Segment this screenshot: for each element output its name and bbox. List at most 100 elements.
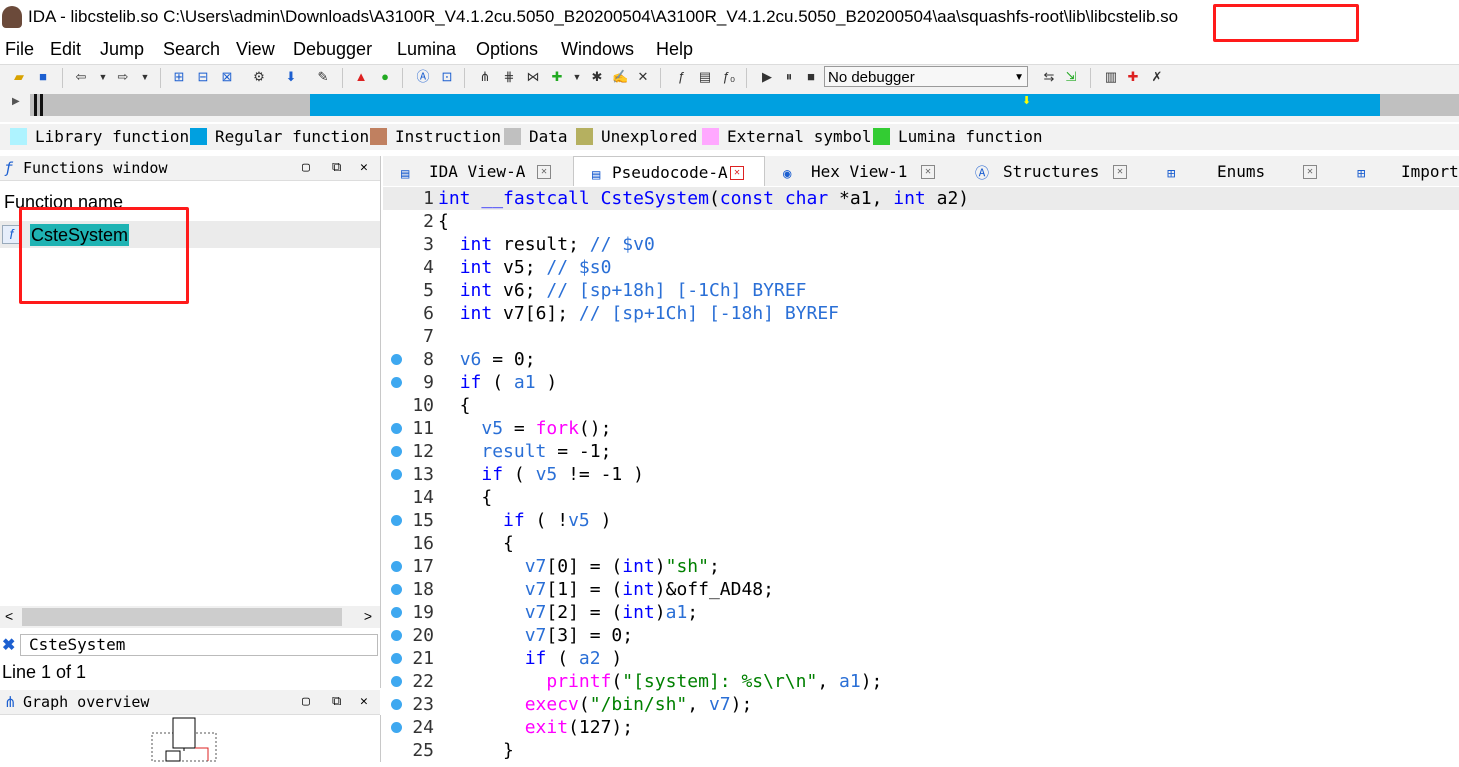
code-line[interactable]: 18 v7[1] = (int)&off_AD48; [383, 578, 1459, 601]
search-next-icon[interactable]: ⊠ [220, 70, 234, 84]
code-line[interactable]: 5 int v6; // [sp+18h] [-1Ch] BYREF [383, 279, 1459, 302]
horizontal-scrollbar[interactable]: < > [0, 606, 380, 628]
menu-search[interactable]: Search [163, 36, 220, 62]
line-number: 7 [423, 326, 434, 347]
clear-filter-icon[interactable]: ✖ [2, 635, 15, 655]
patch-icon[interactable]: ✎ [316, 70, 330, 84]
save-icon[interactable]: ■ [36, 70, 50, 84]
menu-lumina[interactable]: Lumina [397, 36, 456, 62]
attach-icon[interactable]: ⇲ [1064, 70, 1078, 84]
menu-options[interactable]: Options [476, 36, 538, 62]
tab-close-icon[interactable]: ✕ [537, 165, 551, 179]
code-line[interactable]: 19 v7[2] = (int)a1; [383, 601, 1459, 624]
float-icon[interactable]: ⧉ [332, 690, 341, 714]
add-icon[interactable]: ✚ [550, 70, 564, 84]
function-icon[interactable]: ƒ [674, 70, 688, 84]
trace-icon[interactable]: ⇆ [1042, 70, 1056, 84]
xref-icon[interactable]: ⋈ [526, 70, 540, 84]
code-line[interactable]: 12 result = -1; [383, 440, 1459, 463]
breakpoint-disable-icon[interactable]: ✗ [1150, 70, 1164, 84]
green-dot-icon[interactable]: ● [378, 70, 392, 84]
code-line[interactable]: 14 { [383, 486, 1459, 509]
code-line[interactable]: 6 int v7[6]; // [sp+1Ch] [-18h] BYREF [383, 302, 1459, 325]
tab-imports[interactable]: ⊞ Imports [1339, 156, 1459, 186]
code-line[interactable]: 2{ [383, 210, 1459, 233]
text-view-icon[interactable]: Ⓐ [416, 70, 430, 84]
code-line[interactable]: 25 } [383, 739, 1459, 762]
code-line[interactable]: 22 printf("[system]: %s\r\n", a1); [383, 670, 1459, 693]
scrollbar-thumb[interactable] [22, 608, 342, 626]
debugger-select[interactable]: No debugger ▼ [824, 66, 1028, 87]
binary-search-icon[interactable]: ⊞ [172, 70, 186, 84]
tab-hex-view-1[interactable]: ◉ Hex View-1 ✕ [765, 156, 957, 186]
tab-ida-view-a[interactable]: ▤ IDA View-A ✕ [383, 156, 573, 186]
play-icon[interactable]: ▶ [760, 70, 774, 84]
code-line[interactable]: 13 if ( v5 != -1 ) [383, 463, 1459, 486]
code-line[interactable]: 8 v6 = 0; [383, 348, 1459, 371]
enum-icon[interactable]: ⋕ [502, 70, 516, 84]
forward-arrow-icon[interactable]: ⇨ [116, 70, 130, 84]
open-file-icon[interactable]: ▰ [12, 70, 26, 84]
code-line[interactable]: 23 execv("/bin/sh", v7); [383, 693, 1459, 716]
pause-icon[interactable]: ⏸ [782, 70, 796, 84]
stop-sign-icon[interactable]: ▲ [354, 70, 368, 84]
restore-icon[interactable]: ▢ [302, 690, 310, 714]
back-dropdown-icon[interactable]: ▼ [96, 70, 110, 84]
forward-dropdown-icon[interactable]: ▼ [138, 70, 152, 84]
tool-icon[interactable]: ✱ [590, 70, 604, 84]
filter-input[interactable]: CsteSystem [20, 634, 378, 656]
code-line[interactable]: 21 if ( a2 ) [383, 647, 1459, 670]
close-icon[interactable]: ✕ [360, 156, 368, 180]
navigation-band[interactable]: ▶ ⬇ [0, 90, 1459, 122]
restore-icon[interactable]: ▢ [302, 156, 310, 180]
breakpoint-list-icon[interactable]: ▥ [1104, 70, 1118, 84]
tab-close-icon[interactable]: ✕ [1303, 165, 1317, 179]
menu-help[interactable]: Help [656, 36, 693, 62]
struct-icon[interactable]: ⋔ [478, 70, 492, 84]
code-line[interactable]: 20 v7[3] = 0; [383, 624, 1459, 647]
stop-icon[interactable]: ■ [804, 70, 818, 84]
scroll-left-icon[interactable]: < [5, 608, 13, 624]
code-line[interactable]: 1 int __fastcall CsteSystem(const char *a… [383, 187, 1459, 210]
gear-search-icon[interactable]: ⚙ [252, 70, 266, 84]
code-line[interactable]: 15 if ( !v5 ) [383, 509, 1459, 532]
code-line[interactable]: 7 [383, 325, 1459, 348]
tab-close-icon[interactable]: ✕ [921, 165, 935, 179]
tab-pseudocode-a[interactable]: ▤ Pseudocode-A ✕ [573, 156, 765, 187]
function-list-icon[interactable]: ▤ [698, 70, 712, 84]
scroll-right-icon[interactable]: > [364, 608, 372, 624]
float-icon[interactable]: ⧉ [332, 156, 341, 180]
code-line[interactable]: 24 exit(127); [383, 716, 1459, 739]
add-dropdown-icon[interactable]: ▼ [570, 70, 584, 84]
tab-close-icon[interactable]: ✕ [1113, 165, 1127, 179]
menu-windows[interactable]: Windows [561, 36, 634, 62]
code-text: v7[3] = 0; [524, 625, 634, 646]
delete-icon[interactable]: ✕ [636, 70, 650, 84]
menu-debugger[interactable]: Debugger [293, 36, 372, 62]
function-call-icon[interactable]: ƒ₀ [722, 70, 736, 84]
back-arrow-icon[interactable]: ⇦ [74, 70, 88, 84]
code-line[interactable]: 17 v7[0] = (int)"sh"; [383, 555, 1459, 578]
menu-jump[interactable]: Jump [100, 36, 144, 62]
text-search-icon[interactable]: ⊟ [196, 70, 210, 84]
nav-left-arrow-icon[interactable]: ▶ [12, 96, 20, 107]
code-line[interactable]: 3 int result; // $v0 [383, 233, 1459, 256]
rename-icon[interactable]: ✍ [612, 70, 628, 84]
menu-edit[interactable]: Edit [50, 36, 81, 62]
tab-structures[interactable]: Ⓐ Structures ✕ [957, 156, 1149, 186]
code-line[interactable]: 10 { [383, 394, 1459, 417]
graph-view-icon[interactable]: ⊡ [440, 70, 454, 84]
code-line[interactable]: 9 if ( a1 ) [383, 371, 1459, 394]
menu-file[interactable]: File [5, 36, 34, 62]
graph-overview-canvas[interactable] [0, 715, 381, 762]
down-arrow-icon[interactable]: ⬇ [284, 70, 298, 84]
tab-close-icon[interactable]: ✕ [730, 166, 744, 180]
pseudocode-view[interactable]: 1 int __fastcall CsteSystem(const char *a… [383, 186, 1459, 762]
code-line[interactable]: 16 { [383, 532, 1459, 555]
close-icon[interactable]: ✕ [360, 690, 368, 714]
tab-enums[interactable]: ⊞ Enums ✕ [1149, 156, 1339, 186]
code-line[interactable]: 4 int v5; // $s0 [383, 256, 1459, 279]
menu-view[interactable]: View [236, 36, 275, 62]
code-line[interactable]: 11 v5 = fork(); [383, 417, 1459, 440]
breakpoint-toggle-icon[interactable]: ✚ [1126, 70, 1140, 84]
